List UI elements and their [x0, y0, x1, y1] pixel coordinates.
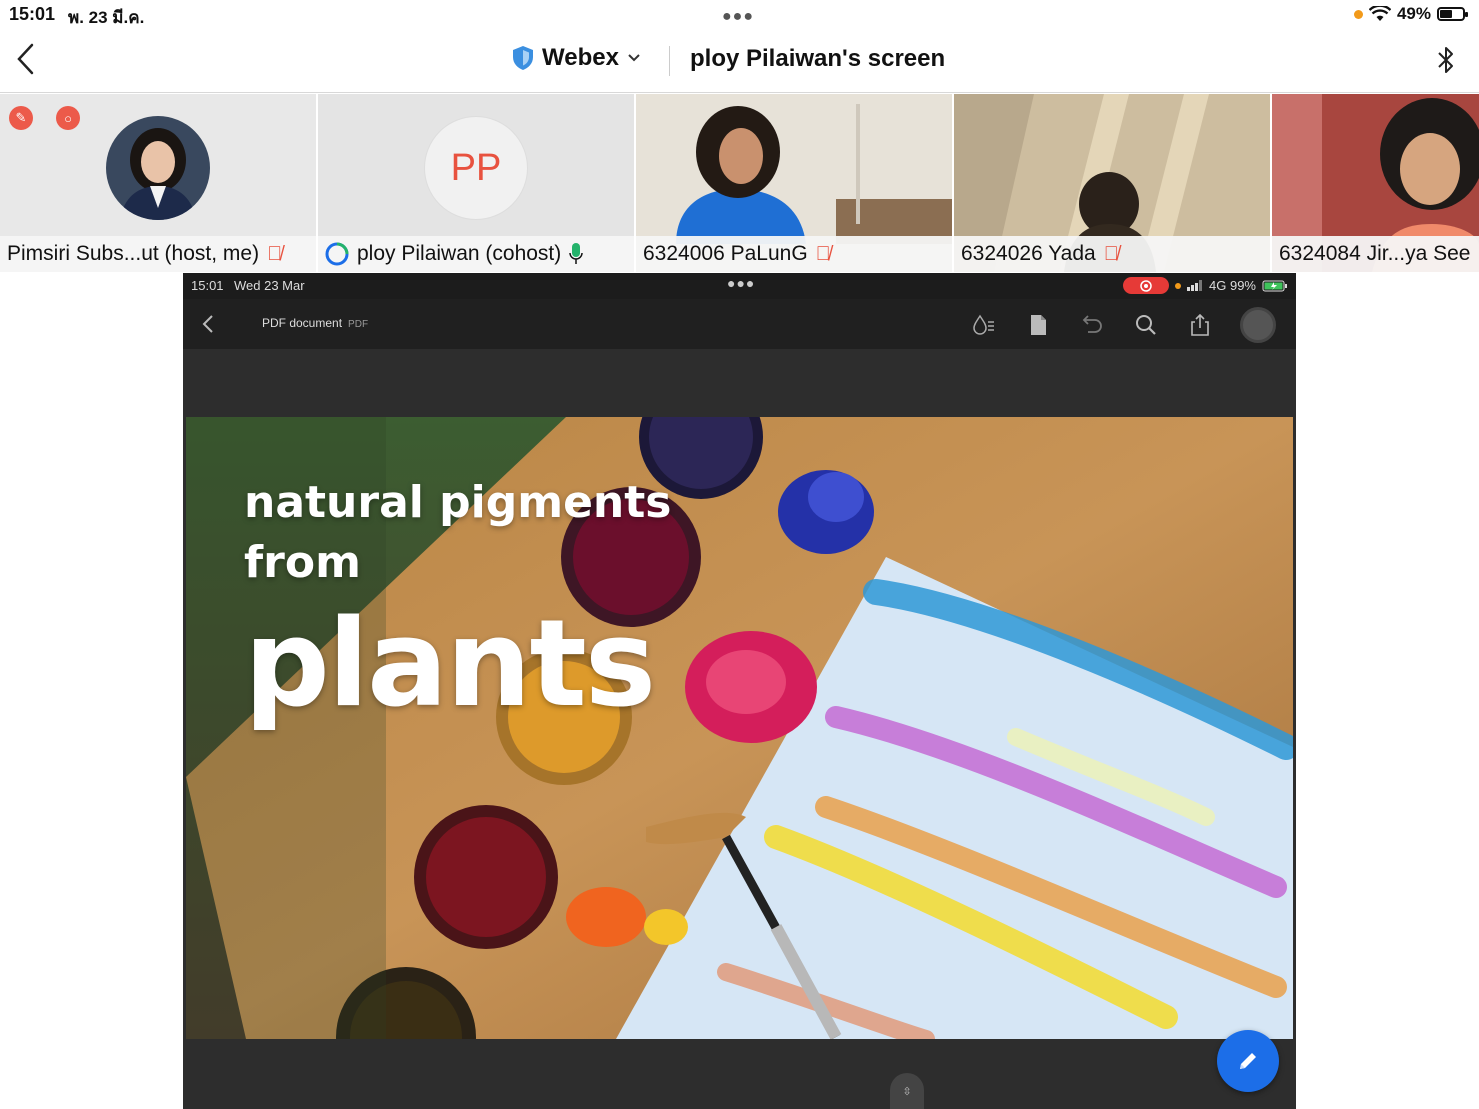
participant-tile-host[interactable]: ✎ ○ Pimsiri Subs...ut (host, me) 🎙̸: [0, 94, 318, 272]
mic-active-icon: [569, 243, 584, 264]
battery-fill: [1440, 10, 1452, 18]
status-date: พ. 23 มี.ค.: [68, 8, 145, 27]
page-handle[interactable]: ⇳: [890, 1073, 924, 1109]
share-icon: [1191, 314, 1209, 336]
battery-icon: [1437, 7, 1468, 21]
participant-tile-cohost[interactable]: PP ploy Pilaiwan (cohost): [318, 94, 636, 272]
status-bar: 15:01 พ. 23 มี.ค. ●●● 49%: [0, 0, 1479, 30]
participant-name: 6324026 Yada: [961, 242, 1096, 265]
avatar-initials: PP: [450, 146, 502, 189]
participant-name: 6324006 PaLunG: [643, 242, 808, 265]
app-name: Webex: [542, 44, 619, 71]
pdf-toolbar: PDF document PDF: [183, 299, 1296, 349]
status-time: 15:01: [9, 4, 56, 24]
account-avatar-button[interactable]: [1240, 307, 1276, 343]
avatar: PP: [424, 116, 528, 220]
mic-in-use-icon: [1353, 9, 1363, 19]
document-button[interactable]: [1024, 311, 1052, 339]
bluetooth-icon: [1438, 47, 1453, 73]
participant-name: ploy Pilaiwan (cohost): [357, 242, 562, 265]
participant-label: Pimsiri Subs...ut (host, me) 🎙̸: [0, 236, 316, 272]
mic-muted-icon: 🎙̸: [815, 242, 831, 265]
participant-name: Pimsiri Subs...ut (host, me): [7, 242, 260, 265]
mic-in-use-icon: [1175, 282, 1182, 289]
share-button[interactable]: [1186, 311, 1214, 339]
shared-status-bar: 15:01 Wed 23 Mar ●●● 4G 99%: [183, 273, 1296, 299]
slide-title-line-1: natural pigments: [244, 477, 672, 528]
undo-icon: [1082, 315, 1102, 333]
participant-label: 6324026 Yada 🎙̸: [954, 236, 1270, 272]
shared-status-indicators: 4G 99%: [1123, 277, 1288, 294]
shield-icon: [513, 46, 533, 70]
pdf-doc-title: PDF document PDF: [262, 316, 368, 330]
slide-title-line-3: plants: [244, 595, 656, 734]
chevron-left-icon: [17, 43, 34, 75]
participant-label: ploy Pilaiwan (cohost): [318, 236, 634, 272]
signal-icon: [1187, 280, 1203, 291]
shared-status-time: 15:01: [191, 278, 224, 293]
battery-percent: 49%: [1396, 4, 1431, 23]
back-button[interactable]: [14, 42, 44, 78]
shared-screen: 15:01 Wed 23 Mar ●●● 4G 99% PDF document…: [183, 273, 1296, 1109]
participant-name: 6324084 Jir...ya See: [1279, 242, 1471, 265]
pencil-icon: [1240, 1053, 1256, 1069]
meeting-nav-bar: Webex ploy Pilaiwan's screen: [0, 30, 1479, 93]
pdf-back-button[interactable]: [201, 313, 215, 340]
shared-screen-title: ploy Pilaiwan's screen: [690, 45, 946, 72]
pdf-doc-type: PDF: [348, 319, 369, 330]
chevron-down-icon: [628, 54, 640, 62]
participant-tile-video[interactable]: 6324006 PaLunG 🎙̸: [636, 94, 954, 272]
bluetooth-button[interactable]: [1435, 43, 1461, 79]
search-button[interactable]: [1132, 311, 1160, 339]
nav-divider: [669, 46, 670, 76]
sharing-indicator-icon: [325, 242, 349, 266]
webex-app-switcher[interactable]: Webex: [512, 44, 641, 72]
chevron-left-icon: [202, 315, 213, 333]
search-icon: [1136, 315, 1156, 335]
recording-badge-icon[interactable]: ○: [56, 106, 80, 130]
participant-strip: ✎ ○ Pimsiri Subs...ut (host, me) 🎙̸ PP p…: [0, 94, 1479, 272]
ink-drop-icon: [973, 314, 994, 335]
document-icon: [1031, 315, 1046, 335]
shared-network-status: 4G 99%: [1209, 278, 1256, 293]
slide-title-line-2: from: [244, 537, 361, 588]
participant-label: 6324006 PaLunG 🎙̸: [636, 236, 952, 272]
participant-tile-video[interactable]: 6324084 Jir...ya See: [1272, 94, 1479, 272]
mic-muted-icon: 🎙̸: [267, 242, 283, 265]
mic-muted-icon: 🎙̸: [1103, 242, 1119, 265]
battery-charging-icon: [1262, 280, 1287, 291]
mute-badge-icon[interactable]: ✎: [9, 106, 33, 130]
avatar: [106, 116, 210, 220]
undo-button[interactable]: [1078, 311, 1106, 339]
shared-multitask-dots-icon: ●●●: [727, 275, 756, 291]
pdf-doc-name: PDF document: [262, 316, 343, 330]
pdf-slide: natural pigments from plants: [186, 417, 1293, 1039]
avatar-photo: [106, 116, 210, 220]
pdf-tools: [970, 307, 1276, 343]
status-indicators: 49%: [1353, 4, 1468, 24]
annotate-button[interactable]: [1217, 1030, 1279, 1092]
ink-style-button[interactable]: [970, 311, 998, 339]
multitask-dots-icon[interactable]: ●●●: [722, 8, 754, 26]
participant-label: 6324084 Jir...ya See: [1272, 236, 1479, 272]
screen-recording-icon: [1123, 277, 1170, 294]
wifi-icon: [1368, 6, 1391, 21]
participant-tile-video[interactable]: 6324026 Yada 🎙̸: [954, 94, 1272, 272]
shared-status-date: Wed 23 Mar: [234, 278, 305, 293]
